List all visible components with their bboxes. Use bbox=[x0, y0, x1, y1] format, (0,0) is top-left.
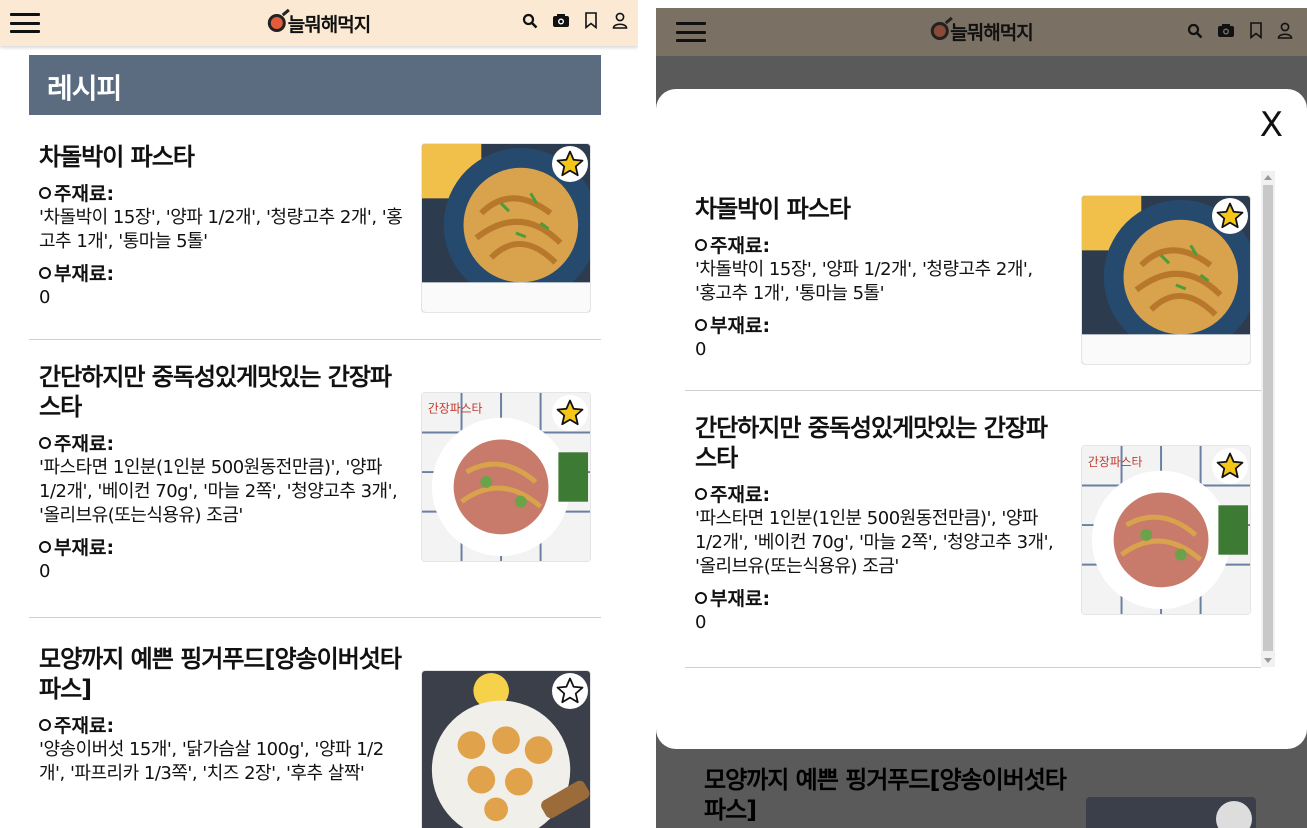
main-ingredients-label: 주재료: bbox=[695, 483, 1055, 507]
recipe-list-screen: 늘뭐해먹지 레시피 차돌박이 파스타 주재료: '차돌박이 15장', '양파 … bbox=[0, 0, 638, 828]
recipe-image[interactable] bbox=[421, 143, 591, 313]
recipe-title[interactable]: 모양까지 예쁜 핑거푸드[양송이버섯타파스] bbox=[39, 644, 409, 704]
circle-bullet-icon bbox=[39, 186, 51, 199]
recipe-image[interactable]: 간장파스타 bbox=[421, 392, 591, 562]
main-ingredients-value: '파스타면 1인분(1인분 500원동전만큼)', '양파 1/2개', '베이… bbox=[39, 457, 398, 526]
sub-ingredients-value: 0 bbox=[39, 287, 50, 308]
main-ingredients-label: 주재료: bbox=[39, 432, 409, 456]
sub-ingredients-label: 부재료: bbox=[39, 262, 409, 286]
camera-icon bbox=[1218, 23, 1234, 37]
circle-bullet-icon bbox=[695, 487, 707, 500]
background-recipe-card: 모양까지 예쁜 핑거푸드[양송이버섯타파스] bbox=[704, 765, 1264, 828]
circle-bullet-icon bbox=[39, 540, 51, 553]
panel-divider bbox=[638, 0, 656, 828]
sub-ingredients-label: 부재료: bbox=[695, 314, 1055, 338]
camera-icon[interactable] bbox=[552, 13, 570, 29]
favorite-star-icon[interactable] bbox=[552, 146, 588, 182]
main-ingredients-label: 주재료: bbox=[695, 234, 1055, 258]
recipe-card[interactable]: 차돌박이 파스타 주재료: '차돌박이 15장', '양파 1/2개', '청량… bbox=[29, 142, 601, 340]
circle-bullet-icon bbox=[695, 238, 707, 251]
close-button[interactable]: X bbox=[1260, 105, 1283, 145]
recipe-image[interactable] bbox=[421, 670, 591, 828]
main-ingredients-value: '차돌박이 15장', '양파 1/2개', '청량고추 2개', '홍고추 1… bbox=[695, 259, 1033, 304]
menu-icon bbox=[676, 22, 706, 42]
recipe-image[interactable] bbox=[1081, 195, 1251, 365]
sub-ingredients-value: 0 bbox=[695, 612, 706, 633]
favorite-star-icon[interactable] bbox=[1212, 198, 1248, 234]
frying-pan-icon bbox=[930, 22, 949, 40]
app-header: 늘뭐해먹지 bbox=[0, 0, 638, 46]
circle-bullet-icon bbox=[695, 591, 707, 604]
logo[interactable]: 늘뭐해먹지 bbox=[267, 8, 371, 38]
favorite-star-icon[interactable] bbox=[552, 395, 588, 431]
recipe-title[interactable]: 간단하지만 중독성있게맛있는 간장파스타 bbox=[695, 413, 1055, 473]
main-ingredients-value: '파스타면 1인분(1인분 500원동전만큼)', '양파 1/2개', '베이… bbox=[695, 508, 1054, 577]
logo: 늘뭐해먹지 bbox=[930, 16, 1034, 46]
recipe-title: 모양까지 예쁜 핑거푸드[양송이버섯타파스] bbox=[704, 766, 1067, 824]
search-icon[interactable] bbox=[522, 13, 538, 29]
bookmark-icon bbox=[1250, 22, 1262, 39]
scrollbar-thumb[interactable] bbox=[1263, 185, 1273, 651]
sub-ingredients-label: 부재료: bbox=[695, 587, 1055, 611]
logo-text: 늘뭐해먹지 bbox=[287, 13, 371, 36]
recipe-title[interactable]: 차돌박이 파스타 bbox=[695, 194, 1055, 224]
scroll-down-arrow-icon[interactable] bbox=[1264, 658, 1272, 663]
logo-text: 늘뭐해먹지 bbox=[950, 21, 1033, 44]
main-ingredients-label: 주재료: bbox=[39, 182, 409, 206]
app-header-dimmed: 늘뭐해먹지 bbox=[656, 8, 1307, 56]
recipe-image[interactable]: 간장파스타 bbox=[1081, 445, 1251, 615]
recipe-card[interactable]: 모양까지 예쁜 핑거푸드[양송이버섯타파스] 주재료: '양송이버섯 15개',… bbox=[29, 618, 601, 828]
modal-scrollbar[interactable] bbox=[1261, 171, 1275, 667]
favorite-star-outline-icon[interactable] bbox=[552, 673, 588, 709]
recipe-list: 차돌박이 파스타 주재료: '차돌박이 15장', '양파 1/2개', '청량… bbox=[29, 140, 601, 828]
modal-recipe-list: 차돌박이 파스타 주재료: '차돌박이 15장', '양파 1/2개', '청량… bbox=[685, 194, 1261, 668]
recipe-modal: X 차돌박이 파스타 주재료: '차돌박이 15장', '양파 1/2개', '… bbox=[656, 89, 1307, 749]
search-icon bbox=[1187, 23, 1203, 38]
recipe-card[interactable]: 차돌박이 파스타 주재료: '차돌박이 15장', '양파 1/2개', '청량… bbox=[685, 194, 1261, 391]
sub-ingredients-value: 0 bbox=[695, 339, 706, 360]
favorite-star-icon[interactable] bbox=[1212, 448, 1248, 484]
svg-text:간장파스타: 간장파스타 bbox=[428, 402, 483, 416]
menu-icon[interactable] bbox=[10, 13, 40, 33]
svg-text:간장파스타: 간장파스타 bbox=[1088, 455, 1143, 469]
recipe-modal-screen: 늘뭐해먹지 모양까지 예쁜 핑거푸드[양송이버섯타파스] X 차돌박이 파스타 … bbox=[656, 0, 1307, 828]
circle-bullet-icon bbox=[39, 718, 51, 731]
circle-bullet-icon bbox=[695, 318, 707, 331]
bookmark-icon[interactable] bbox=[584, 12, 598, 29]
main-ingredients-label: 주재료: bbox=[39, 714, 409, 738]
section-title: 레시피 bbox=[29, 55, 601, 115]
circle-bullet-icon bbox=[39, 266, 51, 279]
recipe-card[interactable]: 간단하지만 중독성있게맛있는 간장파스타 주재료: '파스타면 1인분(1인분 … bbox=[29, 340, 601, 618]
user-icon bbox=[1277, 22, 1293, 39]
main-ingredients-value: '차돌박이 15장', '양파 1/2개', '청량고추 2개', '홍고추 1… bbox=[39, 207, 403, 252]
recipe-title[interactable]: 간단하지만 중독성있게맛있는 간장파스타 bbox=[39, 362, 409, 422]
frying-pan-icon bbox=[267, 14, 286, 32]
recipe-title[interactable]: 차돌박이 파스타 bbox=[39, 142, 409, 172]
circle-bullet-icon bbox=[39, 436, 51, 449]
sub-ingredients-label: 부재료: bbox=[39, 536, 409, 560]
sub-ingredients-value: 0 bbox=[39, 561, 50, 582]
recipe-card[interactable]: 간단하지만 중독성있게맛있는 간장파스타 주재료: '파스타면 1인분(1인분 … bbox=[685, 391, 1261, 668]
scroll-up-arrow-icon[interactable] bbox=[1264, 175, 1272, 180]
main-ingredients-value: '양송이버섯 15개', '닭가슴살 100g', '양파 1/2개', '파프… bbox=[39, 739, 384, 784]
user-icon[interactable] bbox=[612, 12, 628, 29]
